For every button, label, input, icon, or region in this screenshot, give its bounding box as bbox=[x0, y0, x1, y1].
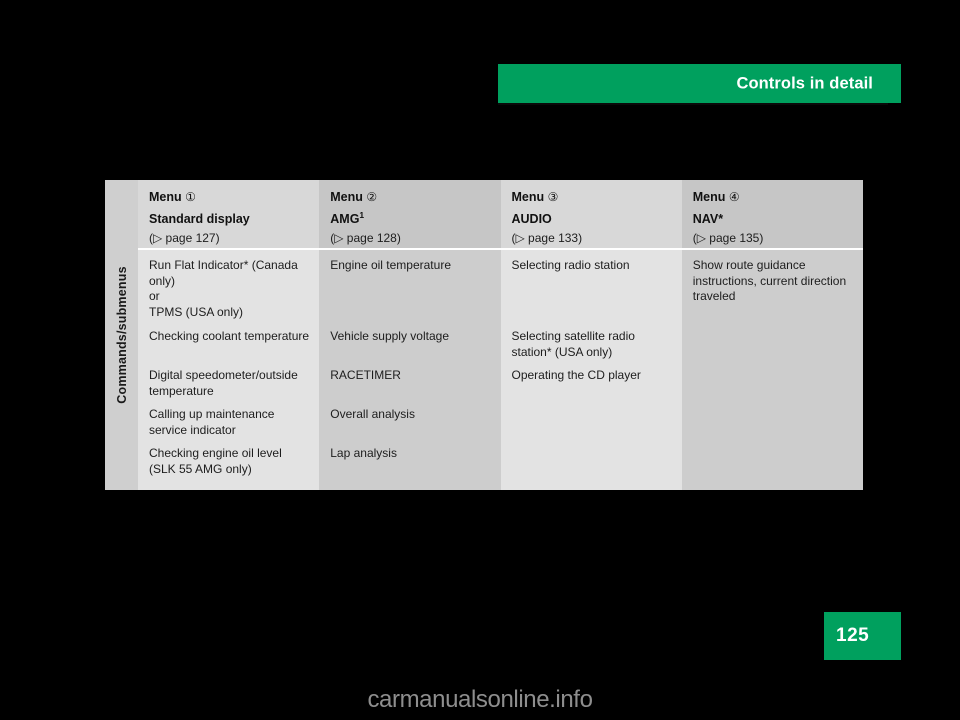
circled-number-icon: ① bbox=[185, 190, 196, 204]
watermark: carmanualsonline.info bbox=[367, 686, 593, 713]
circled-number-icon: ④ bbox=[728, 190, 740, 204]
menu-column-2-page-ref[interactable]: (▷ page 128) bbox=[330, 229, 490, 247]
circled-number-icon: ② bbox=[366, 190, 378, 204]
page-title: Controls in detail bbox=[736, 74, 873, 92]
menu-column-3-name: AUDIO bbox=[512, 206, 672, 229]
table-cell: Operating the CD player bbox=[511, 368, 641, 382]
menu-word: Menu bbox=[149, 190, 182, 204]
menu-word: Menu bbox=[692, 190, 726, 204]
menu-column-3: Menu ③ AUDIO (▷ page 133) Selecting radi… bbox=[500, 180, 682, 490]
menu-column-3-page-ref[interactable]: (▷ page 133) bbox=[512, 229, 672, 247]
page-number: 125 bbox=[836, 625, 870, 646]
menu-column-1-menu-label: Menu ① bbox=[149, 189, 309, 206]
menu-column-4-header: Menu ④ NAV* (▷ page 135) bbox=[681, 180, 863, 250]
menu-column-4-menu-label: Menu ④ bbox=[693, 189, 853, 206]
table-cell: Engine oil temperature bbox=[330, 258, 451, 272]
menu-word: Menu bbox=[511, 190, 545, 204]
menu-column-4-body: Show route guidance instructions, curren… bbox=[681, 250, 863, 490]
menu-column-1-page-ref[interactable]: (▷ page 127) bbox=[149, 229, 309, 247]
section-header-banner: Controls in detail bbox=[498, 64, 901, 103]
menu-column-1: Menu ① Standard display (▷ page 127) Run… bbox=[138, 180, 320, 490]
table-cell: Selecting satellite radio station* (USA … bbox=[511, 329, 635, 359]
menu-column-2-header: Menu ② AMG1 (▷ page 128) bbox=[319, 180, 501, 250]
table-cell: Lap analysis bbox=[330, 446, 397, 460]
table-cell: Selecting radio station bbox=[511, 258, 630, 272]
side-label-text: Commands/submenus bbox=[114, 266, 129, 404]
menu-column-3-menu-label: Menu ③ bbox=[512, 189, 672, 206]
menu-column-3-body: Selecting radio station Selecting satell… bbox=[500, 250, 682, 490]
menu-overview-table: Commands/submenus Menu ① Standard displa… bbox=[105, 180, 863, 490]
menu-column-1-header: Menu ① Standard display (▷ page 127) bbox=[138, 180, 320, 250]
menu-column-2-name: AMG1 bbox=[330, 206, 490, 229]
menu-column-4: Menu ④ NAV* (▷ page 135) Show route guid… bbox=[681, 180, 863, 490]
menu-column-2: Menu ② AMG1 (▷ page 128) Engine oil temp… bbox=[319, 180, 501, 490]
table-cell: Overall analysis bbox=[330, 407, 415, 421]
page-number-badge: 125 bbox=[824, 612, 901, 660]
menu-column-4-name-text: NAV* bbox=[692, 212, 724, 227]
menu-column-2-menu-label: Menu ② bbox=[330, 189, 490, 206]
menu-column-2-name-text: AMG bbox=[330, 212, 360, 227]
menu-column-2-body: Engine oil temperature Vehicle supply vo… bbox=[319, 250, 501, 490]
menu-word: Menu bbox=[330, 190, 363, 204]
menu-column-2-name-superscript: 1 bbox=[359, 210, 365, 220]
table-cell: RACETIMER bbox=[330, 368, 401, 382]
table-cell: Checking coolant temperature bbox=[149, 329, 310, 343]
table-cell: Run Flat Indicator* (Canada only) or TPMS … bbox=[149, 258, 298, 319]
menu-column-1-name-text: Standard display bbox=[149, 212, 250, 227]
header-underline bbox=[498, 103, 888, 105]
menu-column-3-header: Menu ③ AUDIO (▷ page 133) bbox=[500, 180, 682, 250]
menu-column-1-name: Standard display bbox=[149, 206, 309, 229]
table-cell: Calling up maintenance service indicator bbox=[149, 407, 275, 437]
table-columns: Menu ① Standard display (▷ page 127) Run… bbox=[138, 180, 863, 490]
menu-column-1-body: Run Flat Indicator* (Canada only) or TPMS … bbox=[138, 250, 320, 490]
table-cell: Vehicle supply voltage bbox=[330, 329, 449, 343]
table-cell: Show route guidance instructions, curren… bbox=[692, 258, 847, 303]
menu-column-3-name-text: AUDIO bbox=[511, 212, 552, 227]
circled-number-icon: ③ bbox=[547, 190, 559, 204]
menu-column-4-page-ref[interactable]: (▷ page 135) bbox=[693, 229, 853, 247]
table-cell: Digital speedometer/outside temperature bbox=[149, 368, 298, 398]
table-side-label: Commands/submenus bbox=[105, 180, 138, 490]
menu-column-4-name: NAV* bbox=[693, 206, 853, 229]
table-cell: Checking engine oil level (SLK 55 AMG on… bbox=[149, 446, 282, 476]
